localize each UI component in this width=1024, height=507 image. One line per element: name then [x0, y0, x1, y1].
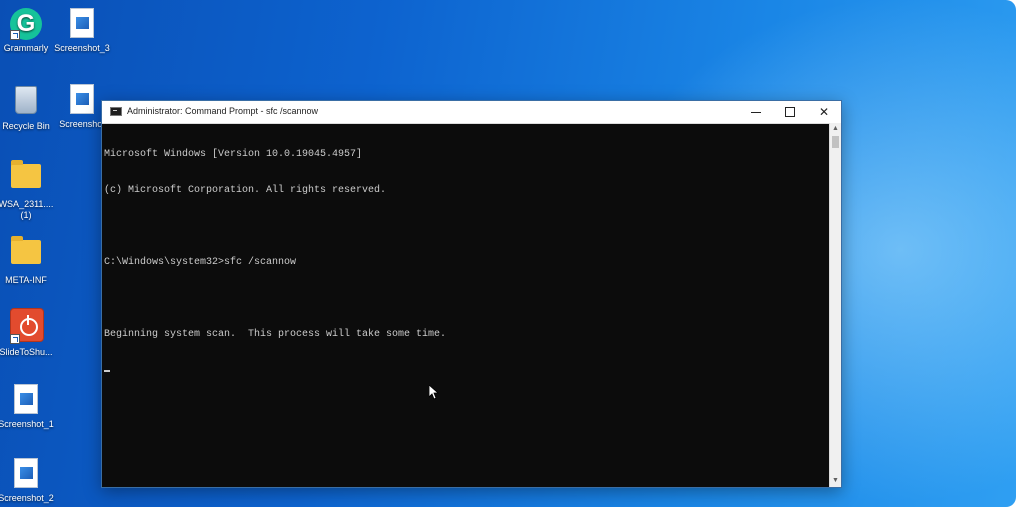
folder-icon — [11, 160, 41, 188]
command-prompt-window[interactable]: Administrator: Command Prompt - sfc /sca… — [101, 100, 842, 488]
console-line: Microsoft Windows [Version 10.0.19045.49… — [104, 149, 363, 160]
maximize-button[interactable] — [773, 101, 807, 123]
console-line: (c) Microsoft Corporation. All rights re… — [104, 185, 387, 196]
desktop-icon-screenshot-1[interactable]: Screenshot_1 — [0, 384, 56, 430]
desktop-icon-label-line2: (1) — [20, 210, 32, 220]
desktop-icon-label: Screenshot_2 — [0, 493, 54, 503]
desktop-icon-label: Screenshot_1 — [0, 419, 54, 429]
vertical-scrollbar[interactable]: ▲ ▼ — [829, 123, 841, 487]
command-prompt-icon — [110, 107, 122, 116]
shortcut-arrow-icon — [10, 334, 20, 344]
text-cursor — [104, 370, 110, 372]
desktop-icon-slidetoshutdown[interactable]: SlideToShu... — [0, 308, 56, 358]
desktop-icon-meta-inf[interactable]: META-INF — [0, 236, 56, 286]
recycle-bin-icon — [15, 86, 37, 114]
desktop-icon-label: SlideToShu... — [0, 347, 53, 357]
desktop-icon-screenshot-3[interactable]: Screenshot_3 — [52, 8, 112, 54]
image-file-icon — [14, 458, 38, 488]
desktop: G Grammarly Screenshot_3 Recycle Bin Scr… — [0, 0, 1016, 507]
close-button[interactable]: ✕ — [807, 101, 841, 123]
title-bar[interactable]: Administrator: Command Prompt - sfc /sca… — [102, 101, 841, 124]
image-file-icon — [70, 8, 94, 38]
window-title: Administrator: Command Prompt - sfc /sca… — [127, 106, 319, 116]
scrollbar-thumb[interactable] — [832, 136, 839, 148]
scroll-up-arrow-icon[interactable]: ▲ — [830, 123, 841, 135]
scroll-down-arrow-icon[interactable]: ▼ — [830, 475, 841, 487]
folder-icon — [11, 236, 41, 264]
desktop-icon-grammarly[interactable]: G Grammarly — [0, 8, 56, 54]
mouse-pointer-icon — [429, 385, 439, 400]
desktop-icon-label: WSA_2311.... — [0, 199, 54, 209]
console-output[interactable]: Microsoft Windows [Version 10.0.19045.49… — [102, 123, 829, 487]
desktop-icon-screenshot-2[interactable]: Screenshot_2 — [0, 458, 56, 504]
desktop-icon-recycle-bin[interactable]: Recycle Bin — [0, 84, 56, 132]
desktop-icon-label: Recycle Bin — [2, 121, 50, 131]
console-line: C:\Windows\system32>sfc /scannow — [104, 257, 297, 268]
desktop-icon-wsa-folder[interactable]: WSA_2311.... (1) — [0, 160, 56, 221]
image-file-icon — [70, 84, 94, 114]
desktop-icon-label: META-INF — [5, 275, 47, 285]
desktop-icon-label: Grammarly — [3, 43, 49, 53]
minimize-button[interactable] — [739, 101, 773, 123]
desktop-icon-label: Screenshot_3 — [54, 43, 110, 53]
console-line: Beginning system scan. This process will… — [104, 329, 447, 340]
image-file-icon — [14, 384, 38, 414]
shortcut-arrow-icon — [10, 30, 20, 40]
